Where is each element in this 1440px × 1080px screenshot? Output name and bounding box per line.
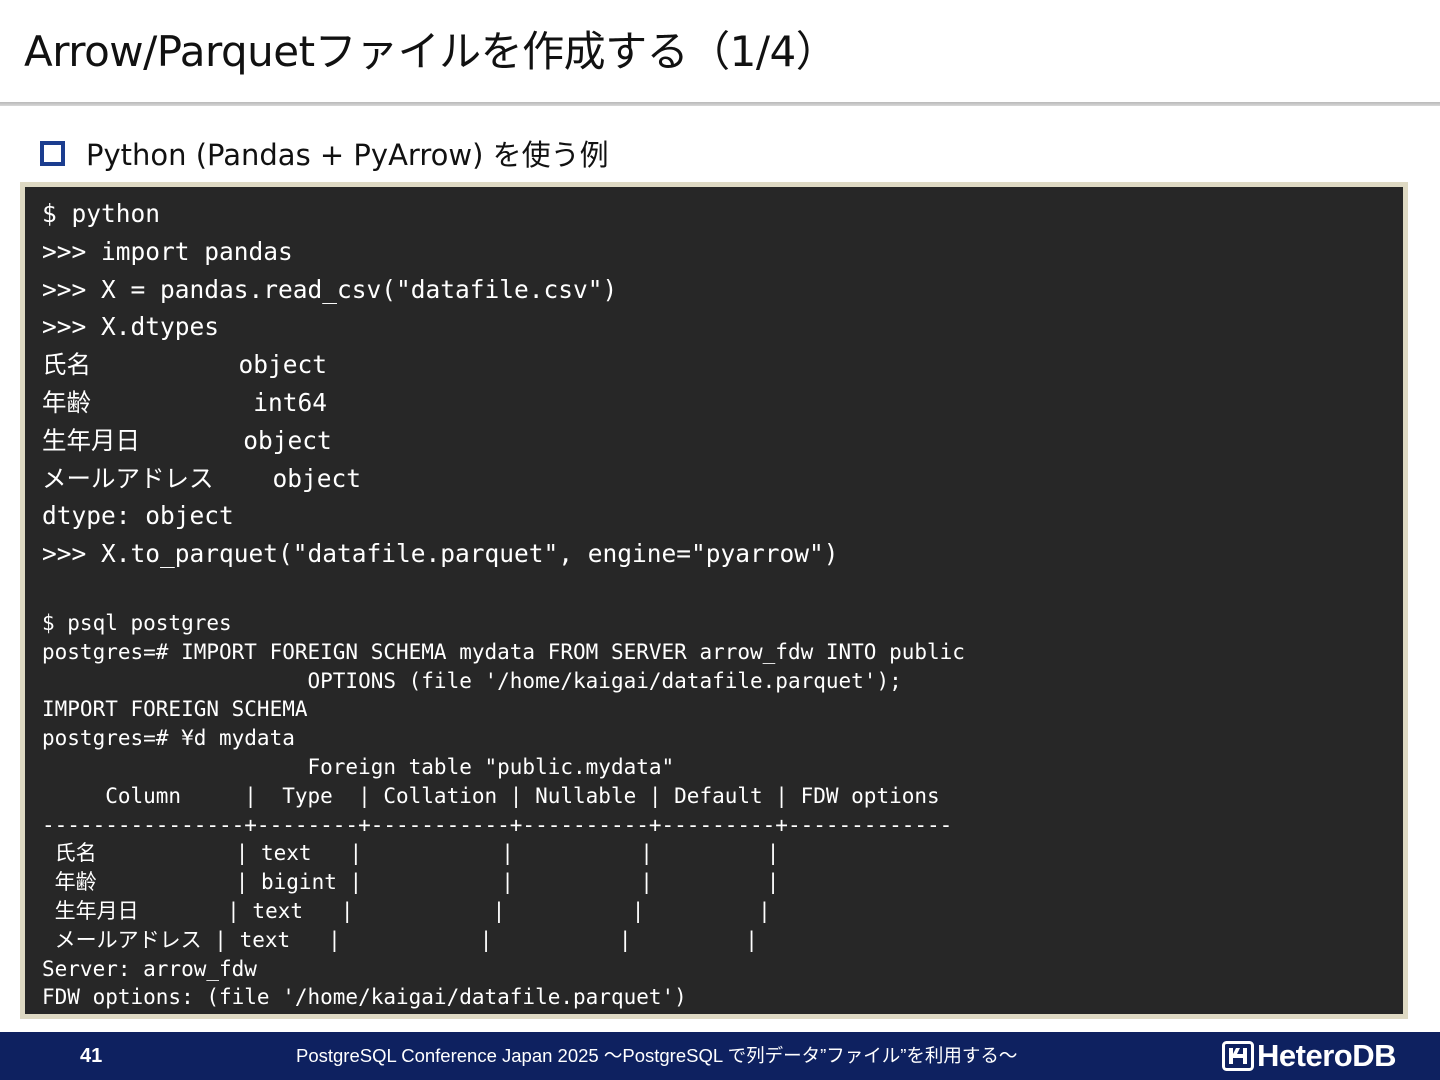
code-line: postgres=# IMPORT FOREIGN SCHEMA mydata … <box>42 639 965 664</box>
bullet-text: Python (Pandas + PyArrow) を使う例 <box>86 138 609 172</box>
code-line: 年齢 int64 <box>42 387 328 417</box>
code-line: Server: arrow_fdw <box>42 956 257 981</box>
code-line: 生年月日 object <box>42 425 332 455</box>
heterodb-logo: HeteroDB <box>1222 1040 1396 1072</box>
page-number: 41 <box>80 1045 103 1067</box>
code-line: dtype: object <box>42 501 234 531</box>
code-line: OPTIONS (file '/home/kaigai/datafile.par… <box>42 668 902 693</box>
code-line: メールアドレス object <box>42 463 362 493</box>
code-line: >>> import pandas <box>42 236 293 266</box>
slide: Arrow/Parquetファイルを作成する（1/4） Python (Pand… <box>0 0 1440 1080</box>
code-line: FDW options: (file '/home/kaigai/datafil… <box>42 985 687 1010</box>
code-line: Foreign table "public.mydata" <box>42 754 675 779</box>
code-line: メールアドレス | text | | | | <box>42 927 758 952</box>
logo-text: HeteroDB <box>1257 1038 1396 1073</box>
bullet-item: Python (Pandas + PyArrow) を使う例 <box>40 130 609 176</box>
footer-bar: 41 PostgreSQL Conference Japan 2025 ～Pos… <box>0 1032 1440 1080</box>
code-line: 氏名 | text | | | | <box>42 841 780 866</box>
title-divider <box>0 102 1440 106</box>
code-line: 生年月日 | text | | | | <box>42 898 771 923</box>
slide-title: Arrow/Parquetファイルを作成する（1/4） <box>24 27 838 76</box>
code-block-frame: $ python >>> import pandas >>> X = panda… <box>20 182 1408 1019</box>
code-line: $ psql postgres <box>42 610 232 635</box>
code-line: 年齢 | bigint | | | | <box>42 870 780 895</box>
square-bullet-icon <box>40 140 65 166</box>
code-block: $ python >>> import pandas >>> X = panda… <box>25 187 1403 1014</box>
code-line: ----------------+--------+-----------+--… <box>42 812 953 837</box>
code-line: >>> X.to_parquet("datafile.parquet", eng… <box>42 539 839 569</box>
code-line: >>> X.dtypes <box>42 312 220 342</box>
heterodb-logo-icon <box>1222 1041 1254 1071</box>
conference-title: PostgreSQL Conference Japan 2025 ～Postgr… <box>296 1045 1018 1066</box>
code-line: IMPORT FOREIGN SCHEMA <box>42 697 308 722</box>
code-line: postgres=# ¥d mydata <box>42 726 295 751</box>
code-line: >>> X = pandas.read_csv("datafile.csv") <box>42 274 618 304</box>
code-line: $ python <box>42 199 161 228</box>
code-line: Column | Type | Collation | Nullable | D… <box>42 783 940 808</box>
code-line: 氏名 object <box>42 350 328 380</box>
